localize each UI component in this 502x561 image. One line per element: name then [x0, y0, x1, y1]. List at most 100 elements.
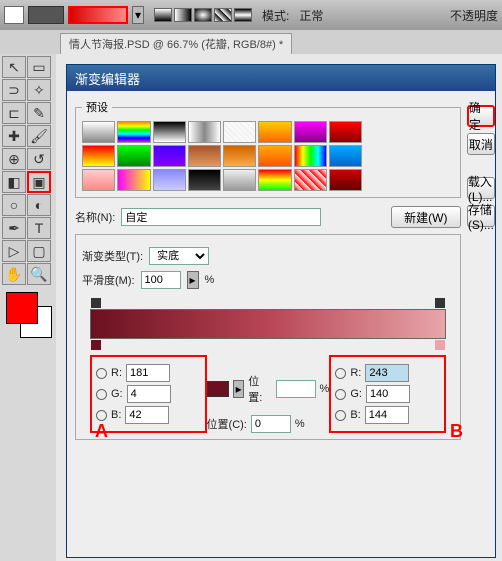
name-input[interactable]	[121, 208, 321, 226]
preset-swatch[interactable]	[188, 169, 221, 191]
eyedrop-tool[interactable]: ✎	[27, 102, 51, 124]
fg-color[interactable]	[6, 292, 38, 324]
gradient-preview[interactable]	[68, 6, 128, 24]
gradient-editor-dialog: 渐变编辑器 预设 名称(N): 新建(W) 渐变类型(T): 实底 平滑度(M)…	[66, 64, 496, 558]
stamp-tool[interactable]: ⊕	[2, 148, 26, 170]
heal-tool[interactable]: ✚	[2, 125, 26, 147]
cancel-button[interactable]: 取消	[467, 133, 495, 155]
history-tool[interactable]: ↺	[27, 148, 51, 170]
save-button[interactable]: 存储(S)...	[467, 205, 495, 227]
new-button[interactable]: 新建(W)	[391, 206, 461, 228]
preset-swatch[interactable]	[117, 145, 150, 167]
eraser-tool[interactable]: ◧	[2, 171, 26, 193]
smooth-input[interactable]	[141, 271, 181, 289]
marker-a: A	[95, 421, 108, 442]
radial-icon[interactable]	[174, 8, 192, 22]
color-stop-left[interactable]	[91, 340, 101, 350]
pos2-input[interactable]	[251, 415, 291, 433]
doc-tab[interactable]: 情人节海报.PSD @ 66.7% (花瓣, RGB/8#) *	[60, 33, 292, 54]
document-tabs: 情人节海报.PSD @ 66.7% (花瓣, RGB/8#) *	[0, 30, 502, 54]
opacity-stop-right[interactable]	[435, 298, 445, 308]
lasso-tool[interactable]: ⊃	[2, 79, 26, 101]
preset-swatch[interactable]	[223, 121, 256, 143]
preset-swatch[interactable]	[188, 145, 221, 167]
type-label: 渐变类型(T):	[82, 248, 143, 264]
preset-swatch[interactable]	[82, 169, 115, 191]
dialog-title: 渐变编辑器	[67, 65, 495, 91]
diamond-icon[interactable]	[234, 8, 252, 22]
r-a-input[interactable]	[126, 364, 170, 382]
smooth-dd[interactable]: ▸	[187, 271, 199, 289]
load-button[interactable]: 载入(L)...	[467, 177, 495, 199]
move-tool[interactable]: ↖	[2, 56, 26, 78]
marquee-tool[interactable]: ▭	[27, 56, 51, 78]
options-bar: ▾ 模式: 正常 不透明度	[0, 0, 502, 30]
radio-r2[interactable]	[335, 368, 346, 379]
pos2-label: 位置(C):	[207, 416, 247, 432]
crop-tool[interactable]: ⊏	[2, 102, 26, 124]
smooth-label: 平滑度(M):	[82, 272, 135, 288]
radio-g2[interactable]	[335, 389, 346, 400]
preset-swatch[interactable]	[329, 145, 362, 167]
preset-swatch[interactable]	[153, 145, 186, 167]
presets-label: 预设	[82, 99, 112, 115]
radio-r[interactable]	[96, 368, 107, 379]
wand-tool[interactable]: ✧	[27, 79, 51, 101]
radio-b[interactable]	[96, 410, 107, 421]
shape-tool[interactable]: ▢	[27, 240, 51, 262]
preset-swatch[interactable]	[188, 121, 221, 143]
pos-label: 位置:	[248, 373, 271, 405]
g-a-input[interactable]	[127, 385, 171, 403]
gradient-tool[interactable]: ▣	[27, 171, 51, 193]
tool-panel: ↖ ▭ ⊃ ✧ ⊏ ✎ ✚ 🖌 ⊕ ↺ ◧ ▣ ○ ◐ ✒ T ▷ ▢ ✋ 🔍	[0, 54, 56, 561]
preset-swatch[interactable]	[329, 169, 362, 191]
preset-swatch[interactable]	[82, 121, 115, 143]
type-tool[interactable]: T	[27, 217, 51, 239]
reflected-icon[interactable]	[214, 8, 232, 22]
g-b-input[interactable]	[366, 385, 410, 403]
gradient-bar[interactable]	[90, 309, 446, 339]
zoom-tool[interactable]: 🔍	[27, 263, 51, 285]
preset-dd[interactable]	[28, 6, 64, 24]
blur-tool[interactable]: ○	[2, 194, 26, 216]
type-select[interactable]: 实底	[149, 247, 209, 265]
preset-swatch[interactable]	[329, 121, 362, 143]
dodge-tool[interactable]: ◐	[27, 194, 51, 216]
radio-g[interactable]	[96, 389, 107, 400]
preset-swatch[interactable]	[223, 145, 256, 167]
b-a-input[interactable]	[125, 406, 169, 424]
color-stop-right[interactable]	[435, 340, 445, 350]
color-swatch[interactable]	[207, 381, 229, 397]
pos-input[interactable]	[276, 380, 316, 398]
pen-tool[interactable]: ✒	[2, 217, 26, 239]
preset-swatch[interactable]	[153, 121, 186, 143]
preset-swatch[interactable]	[117, 169, 150, 191]
preset-swatch[interactable]	[294, 145, 327, 167]
mode-value[interactable]: 正常	[299, 7, 323, 24]
preset-swatch[interactable]	[223, 169, 256, 191]
opacity-stop-left[interactable]	[91, 298, 101, 308]
mode-label: 模式:	[262, 7, 289, 24]
preset-swatch[interactable]	[294, 169, 327, 191]
preset-swatch[interactable]	[294, 121, 327, 143]
tool-preset[interactable]	[4, 6, 24, 24]
hand-tool[interactable]: ✋	[2, 263, 26, 285]
pct: %	[205, 274, 215, 286]
preset-swatch[interactable]	[258, 121, 291, 143]
gradient-dd[interactable]: ▾	[132, 6, 144, 24]
b-b-input[interactable]	[365, 406, 409, 424]
angle-icon[interactable]	[194, 8, 212, 22]
color-dd[interactable]: ▸	[233, 380, 244, 398]
radio-b2[interactable]	[335, 410, 346, 421]
preset-swatch[interactable]	[82, 145, 115, 167]
color-swatches[interactable]	[2, 292, 52, 342]
brush-tool[interactable]: 🖌	[27, 125, 51, 147]
path-tool[interactable]: ▷	[2, 240, 26, 262]
preset-swatch[interactable]	[258, 145, 291, 167]
linear-icon[interactable]	[154, 8, 172, 22]
ok-button[interactable]: 确定	[467, 105, 495, 127]
preset-swatch[interactable]	[258, 169, 291, 191]
r-b-input[interactable]	[365, 364, 409, 382]
preset-swatch[interactable]	[117, 121, 150, 143]
preset-swatch[interactable]	[153, 169, 186, 191]
